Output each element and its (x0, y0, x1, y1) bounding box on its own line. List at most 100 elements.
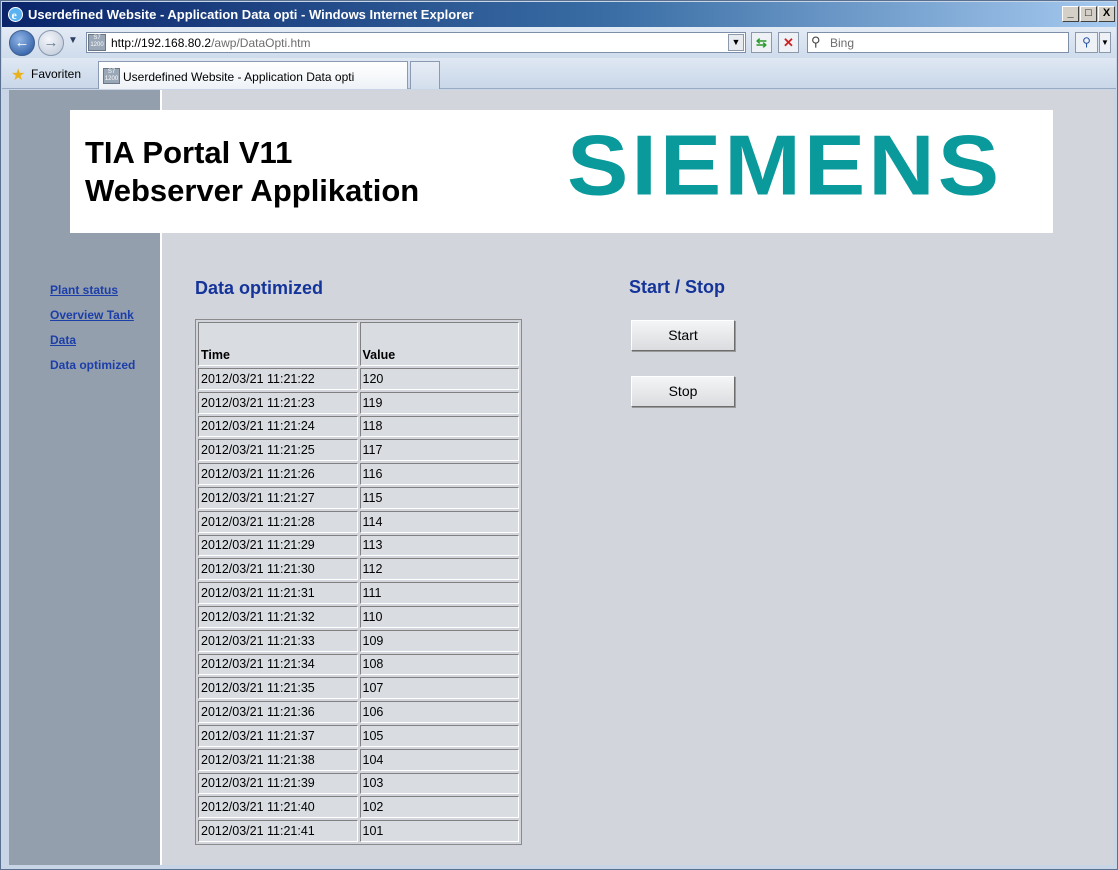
browser-tab-active[interactable]: S7 1200 Userdefined Website - Applicatio… (98, 61, 408, 89)
table-row: 2012/03/21 11:21:28 114 (198, 510, 519, 533)
back-arrow-icon: ← (14, 34, 30, 51)
url-host: http://192.168.80.2 (111, 36, 212, 50)
table-row: 2012/03/21 11:21:37 105 (198, 724, 519, 747)
table-row: 2012/03/21 11:21:29 113 (198, 534, 519, 557)
siemens-logo: SIEMENS (567, 118, 1003, 214)
value-cell: 105 (359, 724, 519, 747)
time-cell: 2012/03/21 11:21:34 (198, 653, 358, 676)
site-favicon-icon: S7 1200 (88, 34, 106, 51)
web-page: Plant status Overview Tank Data Data opt… (9, 90, 1114, 865)
value-cell: 107 (359, 677, 519, 700)
value-cell: 111 (359, 582, 519, 604)
header-banner: TIA Portal V11 Webserver Applikation SIE… (70, 110, 1053, 233)
time-cell: 2012/03/21 11:21:33 (198, 629, 358, 652)
refresh-button[interactable]: ⇆ (751, 32, 772, 53)
url-path: /awp/DataOpti.htm (211, 36, 311, 50)
table-row: 2012/03/21 11:21:35 107 (198, 677, 519, 700)
value-cell: 119 (359, 391, 519, 414)
value-cell: 106 (359, 701, 519, 723)
time-cell: 2012/03/21 11:21:31 (198, 582, 358, 604)
value-cell: 109 (359, 629, 519, 652)
table-row: 2012/03/21 11:21:23 119 (198, 391, 519, 414)
stop-button[interactable]: Stop (631, 376, 735, 407)
data-table: Time Value 2012/03/21 11:21:22 120 2012/03… (195, 319, 522, 845)
nav-link-plant-status[interactable]: Plant status (50, 283, 118, 297)
address-dropdown-icon[interactable]: ▼ (728, 34, 744, 51)
value-cell: 103 (359, 772, 519, 795)
data-section-title: Data optimized (195, 278, 324, 298)
start-stop-section-title: Start / Stop (629, 277, 726, 297)
time-cell: 2012/03/21 11:21:38 (198, 748, 358, 771)
table-row: 2012/03/21 11:21:36 106 (198, 701, 519, 723)
value-cell: 113 (359, 534, 519, 557)
time-cell: 2012/03/21 11:21:30 (198, 558, 358, 581)
value-cell: 101 (359, 820, 519, 842)
bing-search-icon: ⚲ (811, 34, 821, 49)
table-row: 2012/03/21 11:21:41 101 (198, 820, 519, 842)
table-row: 2012/03/21 11:21:30 112 (198, 558, 519, 581)
time-cell: 2012/03/21 11:21:24 (198, 415, 358, 438)
table-row: 2012/03/21 11:21:27 115 (198, 486, 519, 509)
table-row: 2012/03/21 11:21:40 102 (198, 796, 519, 819)
value-cell: 120 (359, 368, 519, 390)
window-title: Userdefined Website - Application Data o… (28, 7, 474, 22)
minimize-button[interactable]: _ (1062, 6, 1079, 22)
favorites-button[interactable]: Favoriten (31, 67, 81, 81)
value-cell: 108 (359, 653, 519, 676)
nav-link-data[interactable]: Data (50, 333, 76, 347)
banner-title-line2: Webserver Applikation (85, 173, 420, 208)
time-cell: 2012/03/21 11:21:41 (198, 820, 358, 842)
search-button[interactable]: ⚲ (1075, 32, 1098, 53)
svg-text:e: e (12, 8, 18, 22)
favorites-star-icon[interactable]: ★ (11, 65, 25, 85)
table-header-row: Time Value (198, 322, 519, 366)
time-cell: 2012/03/21 11:21:28 (198, 510, 358, 533)
browser-window: e Userdefined Website - Application Data… (0, 0, 1118, 870)
time-cell: 2012/03/21 11:21:27 (198, 486, 358, 509)
value-cell: 112 (359, 558, 519, 581)
table-row: 2012/03/21 11:21:38 104 (198, 748, 519, 771)
recent-pages-dropdown-icon[interactable]: ▼ (68, 35, 78, 46)
column-header-time: Time (198, 322, 358, 366)
stop-icon: ✕ (783, 35, 794, 50)
table-row: 2012/03/21 11:21:32 110 (198, 605, 519, 628)
table-row: 2012/03/21 11:21:26 116 (198, 463, 519, 485)
table-row: 2012/03/21 11:21:31 111 (198, 582, 519, 604)
value-cell: 114 (359, 510, 519, 533)
time-cell: 2012/03/21 11:21:35 (198, 677, 358, 700)
back-button[interactable]: ← (9, 30, 35, 56)
value-cell: 104 (359, 748, 519, 771)
time-cell: 2012/03/21 11:21:29 (198, 534, 358, 557)
stop-button[interactable]: ✕ (778, 32, 799, 53)
address-toolbar: ← → ▼ S7 1200 http://192.168.80.2/awp/Da… (2, 27, 1116, 58)
table-row: 2012/03/21 11:21:39 103 (198, 772, 519, 795)
close-button[interactable]: X (1098, 6, 1115, 22)
new-tab-button[interactable] (410, 61, 440, 89)
time-cell: 2012/03/21 11:21:37 (198, 724, 358, 747)
time-cell: 2012/03/21 11:21:40 (198, 796, 358, 819)
nav-link-data-optimized[interactable]: Data optimized (50, 358, 135, 372)
address-url[interactable]: http://192.168.80.2/awp/DataOpti.htm (111, 36, 310, 50)
table-row: 2012/03/21 11:21:22 120 (198, 368, 519, 390)
maximize-button[interactable]: □ (1080, 6, 1097, 22)
time-cell: 2012/03/21 11:21:32 (198, 605, 358, 628)
value-cell: 115 (359, 486, 519, 509)
search-options-dropdown-icon[interactable]: ▼ (1099, 32, 1111, 53)
value-cell: 110 (359, 605, 519, 628)
search-icon: ⚲ (1082, 35, 1091, 49)
value-cell: 117 (359, 439, 519, 462)
title-bar: e Userdefined Website - Application Data… (2, 2, 1116, 27)
time-cell: 2012/03/21 11:21:25 (198, 439, 358, 462)
nav-link-overview-tank[interactable]: Overview Tank (50, 308, 134, 322)
start-button[interactable]: Start (631, 320, 735, 351)
internet-explorer-icon: e (8, 7, 23, 22)
search-placeholder: Bing (830, 36, 855, 50)
refresh-icon: ⇆ (756, 35, 767, 50)
column-header-value: Value (359, 322, 519, 366)
table-row: 2012/03/21 11:21:34 108 (198, 653, 519, 676)
forward-button[interactable]: → (38, 30, 64, 56)
search-input[interactable]: ⚲ Bing (807, 32, 1069, 53)
forward-arrow-icon: → (43, 34, 59, 51)
time-cell: 2012/03/21 11:21:22 (198, 368, 358, 390)
address-bar[interactable]: S7 1200 http://192.168.80.2/awp/DataOpti… (86, 32, 746, 53)
